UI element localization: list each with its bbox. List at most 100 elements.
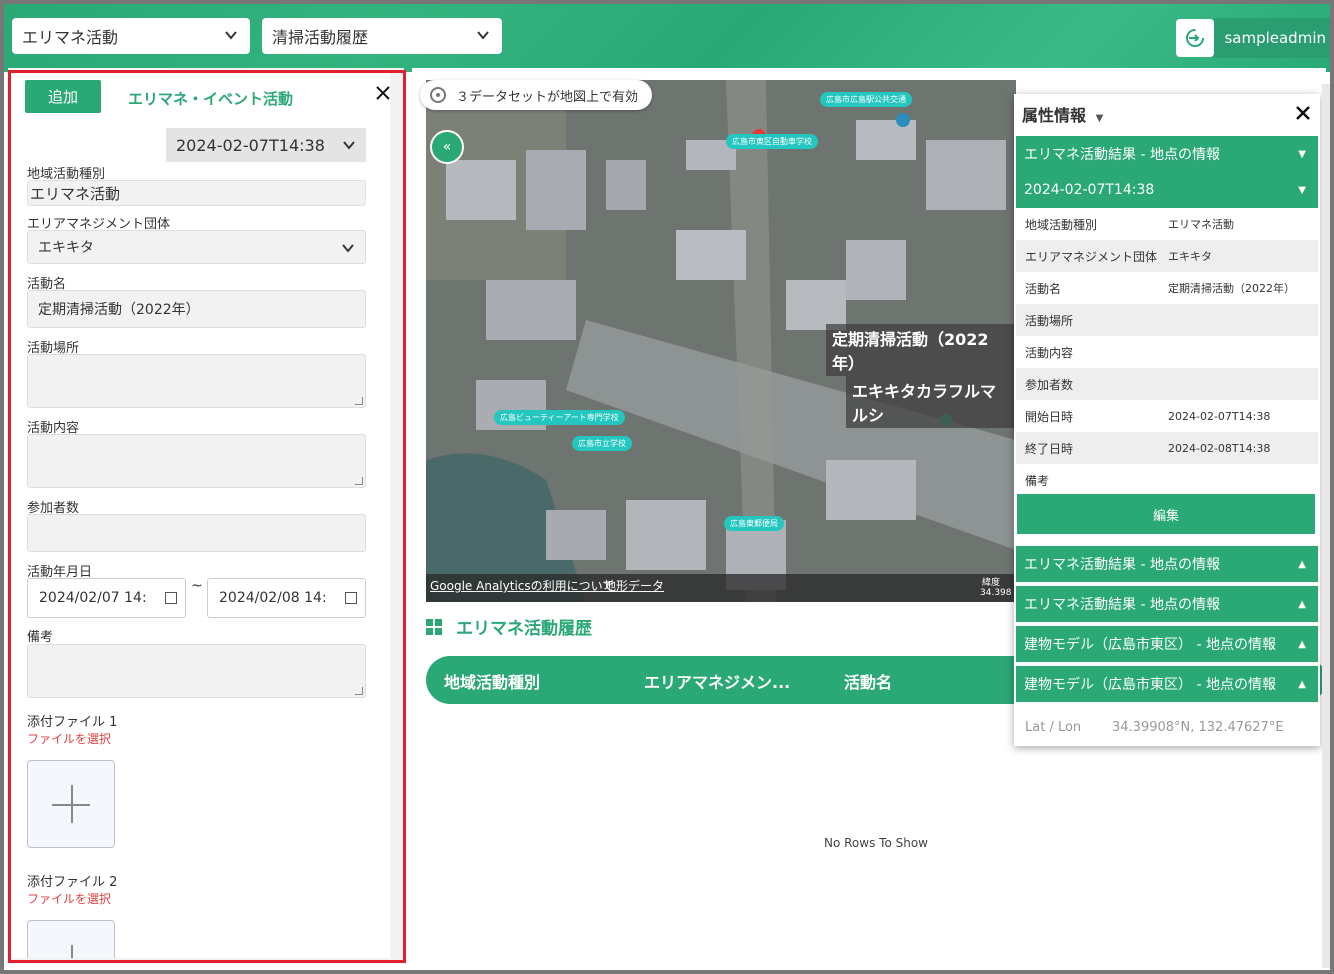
participants-input[interactable] bbox=[27, 514, 366, 552]
file2-upload-button[interactable] bbox=[27, 920, 115, 958]
attribute-row: 開始日時 2024-02-07T14:38 bbox=[1016, 400, 1318, 432]
attribute-group-header[interactable]: 建物モデル（広島市東区） - 地点の情報 ▲ bbox=[1016, 626, 1318, 662]
resize-handle[interactable] bbox=[355, 477, 363, 485]
attribute-row: エリアマネジメント団体 エキキタ bbox=[1016, 240, 1318, 272]
attribute-group-header[interactable]: 建物モデル（広島市東区） - 地点の情報 ▲ bbox=[1016, 666, 1318, 702]
content-textarea[interactable] bbox=[27, 434, 366, 488]
org-select-value: エキキタ bbox=[38, 240, 94, 256]
edit-button[interactable]: 編集 bbox=[1017, 494, 1315, 534]
attribute-group-header[interactable]: エリマネ活動結果 - 地点の情報 ▲ bbox=[1016, 586, 1318, 622]
caret-up-icon: ▲ bbox=[1298, 598, 1306, 610]
attribute-value: 2024-02-07T14:38 bbox=[1168, 409, 1271, 423]
attribute-subgroup-label: 2024-02-07T14:38 bbox=[1024, 182, 1155, 198]
attribute-row: 活動場所 bbox=[1016, 304, 1318, 336]
attribute-panel-title[interactable]: 属性情報 ▼ bbox=[1022, 102, 1103, 126]
empty-table-message: No Rows To Show bbox=[824, 836, 928, 850]
attribute-key: 活動名 bbox=[1025, 281, 1062, 296]
form-panel-content: 追加 エリマネ・イベント活動 2024-02-07T14:38 地域活動種別 エ… bbox=[10, 70, 390, 958]
user-menu[interactable]: sampleadmin bbox=[1176, 18, 1330, 58]
datetime-select[interactable]: 2024-02-07T14:38 bbox=[166, 128, 366, 162]
chevron-down-icon bbox=[342, 244, 354, 253]
start-date-input[interactable]: 2024/02/07 14: bbox=[27, 578, 186, 618]
file2-select-link[interactable]: ファイルを選択 bbox=[27, 890, 111, 907]
view-select[interactable]: 清掃活動履歴 bbox=[262, 18, 502, 54]
attribute-subgroup-header[interactable]: 2024-02-07T14:38 ▼ bbox=[1016, 172, 1318, 208]
map-label: 広島ビューティーアート専門学校 bbox=[494, 410, 625, 425]
view-select-value: 清掃活動履歴 bbox=[272, 28, 369, 47]
column-header[interactable]: 地域活動種別 bbox=[444, 669, 540, 693]
datetime-select-value: 2024-02-07T14:38 bbox=[176, 135, 325, 155]
attribute-key: 備考 bbox=[1025, 473, 1050, 488]
file2-label: 添付ファイル 2 bbox=[27, 875, 118, 890]
notes-textarea[interactable] bbox=[27, 644, 366, 698]
map-feature-label: 定期清掃活動（2022年） bbox=[826, 324, 1016, 376]
category-select[interactable]: エリマネ活動 bbox=[12, 18, 250, 54]
chevron-down-icon bbox=[225, 31, 237, 40]
map-feature-label: エキキタカラフルマルシ bbox=[846, 376, 1016, 428]
attribute-key: エリアマネジメント団体 bbox=[1025, 249, 1158, 264]
map-footer: Google Analyticsの利用について 地形データ 緯度 34.398 bbox=[426, 574, 1016, 602]
close-icon[interactable] bbox=[374, 84, 390, 102]
attribute-group-label: 建物モデル（広島市東区） - 地点の情報 bbox=[1024, 677, 1276, 693]
top-header: エリマネ活動 清掃活動履歴 sampleadmin bbox=[4, 4, 1330, 72]
collapse-panel-button[interactable]: « bbox=[430, 130, 464, 164]
lat-lon-value: 34.39908°N, 132.47627°E bbox=[1112, 720, 1284, 735]
calendar-icon[interactable] bbox=[345, 592, 357, 604]
attribute-value: エキキタ bbox=[1168, 250, 1212, 263]
add-button[interactable]: 追加 bbox=[25, 80, 101, 113]
attribute-key: 終了日時 bbox=[1025, 441, 1074, 456]
history-title: エリマネ活動履歴 bbox=[426, 614, 592, 639]
attribute-key: 参加者数 bbox=[1025, 377, 1074, 392]
username: sampleadmin bbox=[1214, 18, 1330, 58]
column-header[interactable]: 活動名 bbox=[844, 669, 892, 693]
date-separator: ~ bbox=[191, 578, 203, 594]
attribute-group-header[interactable]: エリマネ活動結果 - 地点の情報 ▼ bbox=[1016, 136, 1318, 172]
analytics-link[interactable]: Google Analyticsの利用について bbox=[430, 577, 614, 594]
calendar-icon[interactable] bbox=[165, 592, 177, 604]
location-textarea[interactable] bbox=[27, 354, 366, 408]
resize-handle[interactable] bbox=[355, 687, 363, 695]
lat-lon-label: Lat / Lon bbox=[1025, 720, 1082, 735]
attribute-value: エリマネ活動 bbox=[1168, 218, 1234, 231]
org-select[interactable]: エキキタ bbox=[27, 230, 366, 264]
caret-down-icon: ▼ bbox=[1095, 113, 1104, 124]
attribute-row: 参加者数 bbox=[1016, 368, 1318, 400]
datasets-pill-label: ３データセットが地図上で有効 bbox=[456, 89, 639, 105]
attribute-group-header[interactable]: エリマネ活動結果 - 地点の情報 ▲ bbox=[1016, 546, 1318, 582]
close-icon[interactable] bbox=[1296, 106, 1310, 120]
notes-label: 備考 bbox=[27, 630, 54, 645]
attribute-group-label: エリマネ活動結果 - 地点の情報 bbox=[1024, 147, 1220, 163]
column-header[interactable]: エリアマネジメン... bbox=[644, 669, 790, 693]
file1-label: 添付ファイル 1 bbox=[27, 715, 118, 730]
caret-up-icon: ▲ bbox=[1298, 638, 1306, 650]
chevron-down-icon bbox=[477, 31, 489, 40]
attribute-title-text: 属性情報 bbox=[1022, 106, 1087, 125]
layers-icon bbox=[430, 87, 446, 103]
app-frame: エリマネ活動 清掃活動履歴 sampleadmin 広島市東区自動車学校 広島市… bbox=[0, 0, 1334, 974]
attribute-group-label: 建物モデル（広島市東区） - 地点の情報 bbox=[1024, 637, 1276, 653]
double-chevron-left-icon: « bbox=[442, 139, 452, 155]
end-date-input[interactable]: 2024/02/08 14: bbox=[207, 578, 366, 618]
resize-handle[interactable] bbox=[355, 397, 363, 405]
map-label: 広島東郵便局 bbox=[724, 516, 784, 531]
caret-down-icon: ▼ bbox=[1298, 148, 1306, 160]
map-label: 広島市東区自動車学校 bbox=[726, 134, 818, 149]
page-scrollbar[interactable] bbox=[1322, 84, 1330, 968]
attribute-value: 定期清掃活動（2022年） bbox=[1168, 282, 1295, 295]
map-view[interactable]: 広島市東区自動車学校 広島市広島駅公共交通 広島ビューティーアート専門学校 広島… bbox=[426, 80, 1016, 602]
attribute-key: 地域活動種別 bbox=[1025, 217, 1098, 232]
attribute-row: 終了日時 2024-02-08T14:38 bbox=[1016, 432, 1318, 464]
activity-name-input[interactable]: 定期清掃活動（2022年） bbox=[27, 290, 366, 328]
terrain-link[interactable]: 地形データ bbox=[604, 577, 664, 594]
coord-value: 34.398 bbox=[980, 588, 1012, 598]
file1-upload-button[interactable] bbox=[27, 760, 115, 848]
attribute-key: 活動内容 bbox=[1025, 345, 1074, 360]
login-icon bbox=[1176, 19, 1215, 57]
end-date-value: 2024/02/08 14: bbox=[219, 590, 327, 606]
chevron-down-icon bbox=[343, 141, 355, 150]
form-panel: 追加 エリマネ・イベント活動 2024-02-07T14:38 地域活動種別 エ… bbox=[8, 68, 404, 960]
datasets-pill[interactable]: ３データセットが地図上で有効 bbox=[420, 80, 653, 110]
category-select-value: エリマネ活動 bbox=[22, 28, 119, 47]
file1-select-link[interactable]: ファイルを選択 bbox=[27, 730, 111, 747]
attribute-row: 活動名 定期清掃活動（2022年） bbox=[1016, 272, 1318, 304]
